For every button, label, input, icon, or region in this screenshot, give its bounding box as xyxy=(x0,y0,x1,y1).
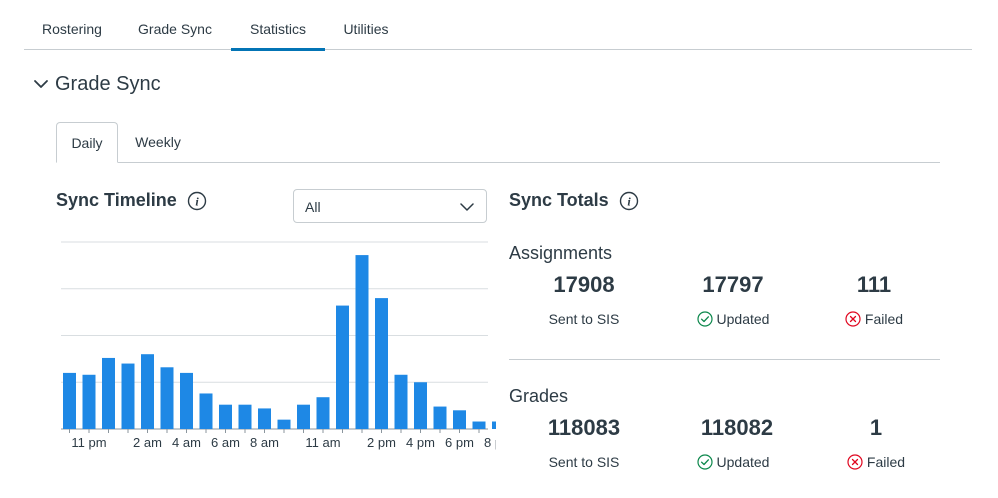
grades-group-title: Grades xyxy=(509,386,569,406)
svg-text:i: i xyxy=(195,194,199,208)
assignments-group-title: Assignments xyxy=(509,243,613,263)
error-circle-icon xyxy=(847,454,863,470)
grades-sent-label: Sent to SIS xyxy=(509,454,659,470)
sync-timeline-chart: 11 pm 2 am 4 am 6 am 8 am 11 am 2 pm 4 pm 6 pm 8 … xyxy=(61,241,496,450)
sync-totals-heading: Sync Totals i xyxy=(509,190,639,211)
divider xyxy=(509,359,940,360)
grades-updated-count: 118082 xyxy=(700,415,774,440)
sent-label-text: Sent to SIS xyxy=(548,454,620,470)
chart-bar xyxy=(316,397,330,429)
assignments-sent-label: Sent to SIS xyxy=(509,311,659,327)
chart-bar xyxy=(297,404,310,429)
chart-bar xyxy=(121,363,135,429)
grades-updated-label: Updated xyxy=(658,454,808,470)
chart-bar xyxy=(160,367,174,429)
chart-bar xyxy=(277,419,291,429)
section-title: Grade Sync xyxy=(55,72,161,95)
x-tick-label: 6 am xyxy=(211,435,240,450)
sync-filter-value: All xyxy=(305,199,321,215)
assignments-updated-label: Updated xyxy=(658,311,808,327)
failed-label-text: Failed xyxy=(866,454,906,470)
svg-text:i: i xyxy=(627,194,631,208)
sync-filter-select[interactable]: All xyxy=(293,189,487,223)
tab-utilities[interactable]: Utilities xyxy=(327,0,405,50)
chart-bar xyxy=(141,354,154,429)
main-tab-bar: Rostering Grade Sync Statistics Utilitie… xyxy=(24,0,972,51)
assignments-sent-count: 17908 xyxy=(553,272,615,297)
x-tick-label: 2 pm xyxy=(367,435,396,450)
chart-bar xyxy=(102,357,115,429)
chart-bar xyxy=(414,382,427,429)
tab-rostering[interactable]: Rostering xyxy=(24,0,120,50)
assignments-failed-label: Failed xyxy=(799,311,949,327)
grades-failed-label: Failed xyxy=(801,454,951,470)
sent-label-text: Sent to SIS xyxy=(548,311,620,327)
chart-bar xyxy=(375,298,388,429)
chevron-down-icon xyxy=(34,80,48,88)
chart-bar xyxy=(394,374,408,429)
chevron-down-icon xyxy=(460,203,474,211)
x-tick-label: 11 am xyxy=(305,435,340,450)
chart-bar xyxy=(63,372,76,429)
x-tick-label: 6 pm xyxy=(445,435,474,450)
x-tick-label: 11 pm xyxy=(71,435,106,450)
chart-bar xyxy=(355,255,369,429)
chart-bar xyxy=(433,406,447,429)
error-circle-icon xyxy=(845,311,861,327)
tab-daily[interactable]: Daily xyxy=(56,122,118,163)
chart-bar xyxy=(219,404,232,429)
tab-statistics[interactable]: Statistics xyxy=(231,0,325,51)
x-tick-label: 4 am xyxy=(172,435,201,450)
chart-bar xyxy=(258,408,271,429)
chart-bar xyxy=(472,421,486,429)
info-icon[interactable]: i xyxy=(619,191,639,211)
x-tick-label: 2 am xyxy=(133,435,162,450)
tab-weekly[interactable]: Weekly xyxy=(118,122,198,163)
chart-bar xyxy=(180,372,193,429)
check-circle-icon xyxy=(696,454,713,470)
failed-label-text: Failed xyxy=(864,311,904,327)
chart-bar xyxy=(492,421,496,429)
x-tick-label: 8 pm xyxy=(484,435,496,450)
updated-label-text: Updated xyxy=(716,454,770,470)
chart-bar xyxy=(82,374,96,429)
tab-grade-sync[interactable]: Grade Sync xyxy=(120,0,230,50)
check-circle-icon xyxy=(696,311,713,327)
chart-bar xyxy=(453,410,466,429)
chart-bar xyxy=(199,393,213,429)
grades-failed-count: 1 xyxy=(869,415,883,440)
updated-label-text: Updated xyxy=(716,311,770,327)
grade-sync-section-toggle[interactable]: Grade Sync xyxy=(33,70,161,98)
sync-timeline-heading: Sync Timeline i xyxy=(56,190,207,211)
grades-sent-count: 118083 xyxy=(547,415,621,440)
sync-totals-title: Sync Totals xyxy=(509,190,609,210)
chart-bar xyxy=(238,404,252,429)
x-tick-label: 8 am xyxy=(250,435,279,450)
assignments-updated-count: 17797 xyxy=(702,272,764,297)
assignments-failed-count: 111 xyxy=(856,272,892,297)
sync-timeline-title: Sync Timeline xyxy=(56,190,177,210)
x-tick-label: 4 pm xyxy=(406,435,435,450)
info-icon[interactable]: i xyxy=(187,191,207,211)
period-tab-bar: Daily Weekly xyxy=(56,122,940,163)
chart-bar xyxy=(336,305,349,429)
